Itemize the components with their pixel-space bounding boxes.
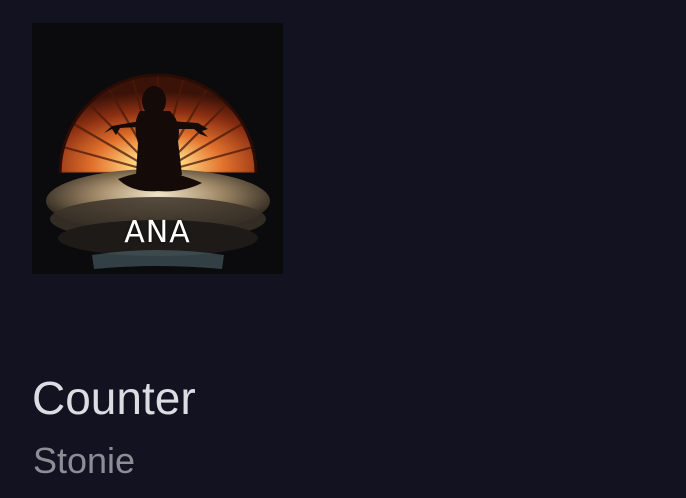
now-playing-screen: ANA Counter Stonie (0, 0, 686, 498)
track-title: Counter (32, 372, 196, 424)
album-art-title: ANA (124, 215, 191, 250)
album-art: ANA (32, 23, 283, 274)
track-artist[interactable]: Stonie (33, 438, 135, 484)
